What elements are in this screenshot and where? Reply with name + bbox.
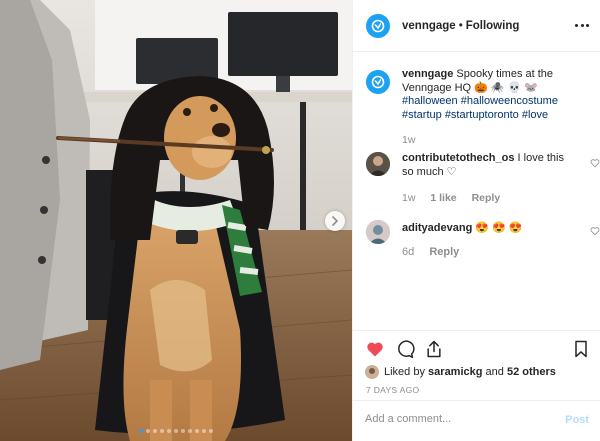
comments-section[interactable]: venngage Spooky times at the Venngage HQ…	[353, 52, 600, 330]
carousel-dot	[209, 429, 213, 433]
post-side-panel: venngage • Following venngage Spooky times…	[352, 0, 600, 441]
reply-button[interactable]: Reply	[472, 192, 501, 204]
post-timestamp: 7 DAYS AGO	[366, 385, 420, 395]
caption-username[interactable]: venngage	[402, 68, 453, 80]
carousel-dot	[139, 429, 143, 433]
comment-avatar[interactable]	[366, 220, 390, 244]
follow-status-button[interactable]: Following	[466, 20, 520, 32]
liked-by-prefix: Liked by	[384, 366, 425, 378]
add-comment-bar: Post	[353, 400, 600, 441]
comment-like-icon[interactable]	[590, 158, 600, 168]
carousel-dot	[167, 429, 171, 433]
caption-text: venngage Spooky times at the Venngage HQ…	[402, 68, 592, 122]
caption-avatar[interactable]	[366, 70, 390, 94]
liked-by-and: and	[485, 366, 504, 378]
comment-text: contributetothech_os I love this so much…	[402, 152, 572, 179]
more-horizontal-icon[interactable]	[575, 18, 589, 32]
carousel-dot	[181, 429, 185, 433]
caption-age: 1w	[402, 134, 416, 146]
likes-summary: Liked by saramickg and 52 others	[365, 365, 556, 379]
venngage-logo-icon	[371, 19, 385, 32]
caption-meta: 1w	[402, 134, 427, 146]
comment-text: adityadevang 😍 😍 😍	[402, 222, 572, 236]
comment-username[interactable]: contributetothech_os	[402, 152, 514, 164]
hashtag-link[interactable]: #love	[522, 109, 548, 121]
action-bar	[365, 339, 591, 361]
chevron-right-icon	[332, 216, 339, 226]
instagram-post: venngage • Following venngage Spooky times…	[0, 0, 600, 441]
post-photo[interactable]	[0, 0, 352, 441]
header-username[interactable]: venngage	[402, 20, 456, 32]
comment-avatar[interactable]	[366, 152, 390, 176]
user-avatar-icon	[365, 365, 379, 379]
others-likes-link[interactable]: 52 others	[507, 366, 556, 378]
heart-filled-icon[interactable]	[365, 339, 385, 359]
carousel-dot	[146, 429, 150, 433]
user-avatar-icon	[366, 152, 390, 176]
comment-like-icon[interactable]	[590, 226, 600, 236]
carousel-dot	[202, 429, 206, 433]
comment-input[interactable]	[365, 413, 545, 425]
carousel-indicator	[0, 429, 352, 433]
comment-age: 6d	[402, 246, 415, 258]
header-text: venngage • Following	[402, 20, 519, 32]
hashtag-link[interactable]: #halloweencostume	[461, 95, 558, 107]
hashtag-link[interactable]: #startup	[402, 109, 442, 121]
venngage-logo-icon	[371, 75, 385, 89]
hashtag-link[interactable]: #halloween	[402, 95, 458, 107]
comment-body: 😍 😍 😍	[475, 222, 523, 234]
user-avatar-icon	[366, 220, 390, 244]
header-separator: •	[458, 19, 463, 32]
carousel-dot	[153, 429, 157, 433]
comment-age: 1w	[402, 192, 416, 204]
post-header: venngage • Following	[353, 0, 600, 52]
post-comment-button[interactable]: Post	[565, 414, 589, 426]
carousel-dot	[188, 429, 192, 433]
hashtag-link[interactable]: #startuptoronto	[445, 109, 519, 121]
comment-meta: 6d Reply	[402, 246, 471, 258]
bookmark-icon[interactable]	[571, 339, 591, 359]
reply-button[interactable]: Reply	[429, 246, 459, 258]
share-icon[interactable]	[424, 339, 444, 359]
carousel-dot	[160, 429, 164, 433]
comment-likes-count[interactable]: 1 like	[430, 192, 456, 204]
comment-meta: 1w 1 like Reply	[402, 192, 512, 204]
carousel-dot	[174, 429, 178, 433]
carousel-next-button[interactable]	[325, 211, 345, 231]
post-actions: Liked by saramickg and 52 others 7 DAYS …	[353, 330, 600, 400]
carousel-dot	[195, 429, 199, 433]
comment-username[interactable]: adityadevang	[402, 222, 472, 234]
profile-avatar[interactable]	[366, 13, 390, 38]
liker-username[interactable]: saramickg	[428, 366, 482, 378]
comment-icon[interactable]	[395, 339, 415, 359]
liker-avatar[interactable]	[365, 365, 379, 379]
dog-costume-photo	[0, 0, 352, 441]
